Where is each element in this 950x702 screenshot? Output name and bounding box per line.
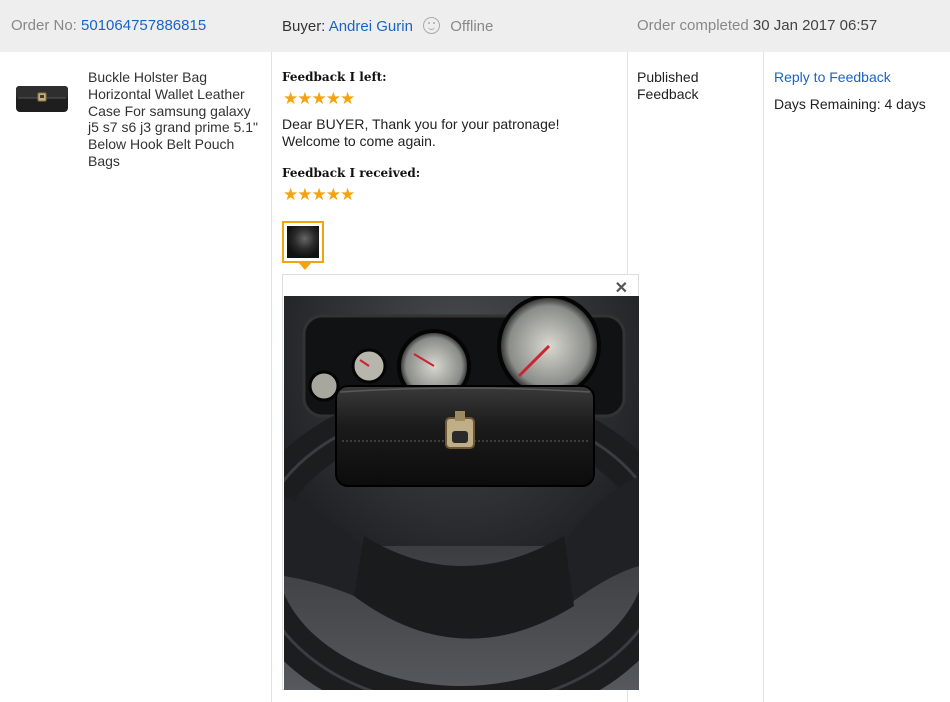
order-no-link[interactable]: 501064757886815 [81,17,206,34]
feedback-status: Published Feedback [637,69,699,102]
photo-preview-popup: ✕ [282,274,639,690]
feedback-received-heading: Feedback I received: [282,166,421,180]
star-icon: ★ [311,185,327,204]
offline-face-icon [423,17,441,34]
star-icon: ★ [340,185,355,204]
column-divider [271,52,272,702]
star-icon: ★ [297,185,312,204]
buyer-photo [284,296,639,690]
product-title[interactable]: Buckle Holster Bag Horizontal Wallet Lea… [88,69,263,170]
close-icon[interactable]: ✕ [615,278,628,298]
order-number: Order No: 501064757886815 [11,17,206,34]
buyer-info: Buyer: Andrei Gurin Offline [282,17,493,35]
buyer-label: Buyer: [282,18,326,35]
days-remaining: Days Remaining: 4 days [774,96,926,112]
star-icon: ★ [283,89,298,108]
star-icon: ★ [283,185,298,204]
completed-label: Order completed [637,17,749,34]
feedback-left-heading: Feedback I left: [282,70,387,84]
order-header: Order No: 501064757886815 Buyer: Andrei … [0,0,950,52]
order-no-label: Order No: [11,17,77,34]
star-icon: ★ [325,89,341,108]
star-icon: ★ [297,89,312,108]
star-icon: ★ [340,89,355,108]
feedback-left-rating: ★★★★★ [283,89,355,109]
buyer-name-link[interactable]: Andrei Gurin [329,18,413,35]
completed-date: 30 Jan 2017 06:57 [752,17,878,34]
star-icon: ★ [325,185,341,204]
feedback-received-rating: ★★★★★ [283,185,355,205]
feedback-left-text: Dear BUYER, Thank you for your patronage… [282,116,560,149]
feedback-photo-thumbnail[interactable] [282,221,324,270]
column-divider [763,52,764,702]
reply-to-feedback-link[interactable]: Reply to Feedback [774,69,891,85]
order-completed: Order completed 30 Jan 2017 06:57 [637,17,877,34]
buyer-status: Offline [450,18,494,35]
product-thumbnail[interactable] [15,80,69,116]
star-icon: ★ [311,89,327,108]
